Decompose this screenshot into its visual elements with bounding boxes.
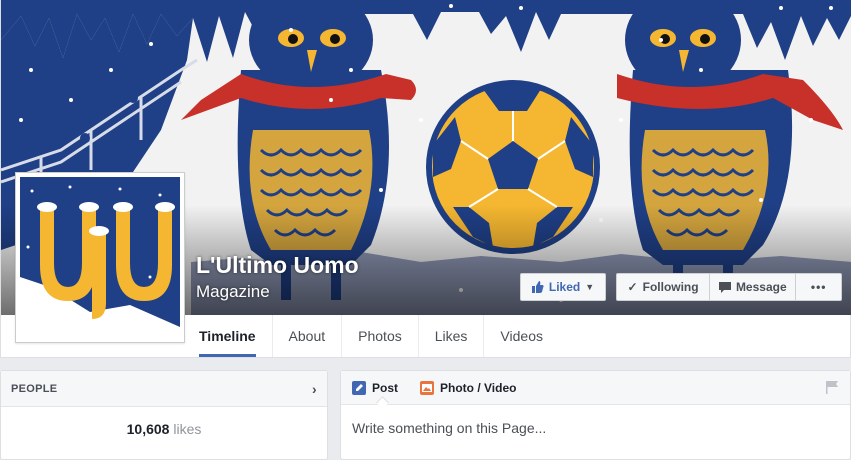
- following-button[interactable]: ✓ Following: [617, 274, 711, 300]
- photo-video-label: Photo / Video: [440, 380, 517, 395]
- page-header: L'Ultimo Uomo Magazine Liked ▼ ✓ Followi…: [0, 0, 851, 358]
- page-actions: ✓ Following Message •••: [616, 273, 842, 301]
- likes-label: likes: [173, 421, 202, 437]
- flag-icon[interactable]: [826, 381, 838, 394]
- tab-photos[interactable]: Photos: [342, 315, 419, 357]
- tab-videos[interactable]: Videos: [484, 315, 559, 357]
- composer-tabs: Post Photo / Video: [341, 371, 850, 405]
- profile-picture[interactable]: [15, 172, 185, 343]
- page-tabs: Timeline About Photos Likes Videos: [183, 315, 559, 357]
- liked-button[interactable]: Liked ▼: [520, 273, 606, 301]
- post-tab-label: Post: [372, 380, 399, 395]
- photo-video-tab[interactable]: Photo / Video: [420, 380, 517, 395]
- liked-label: Liked: [548, 280, 581, 294]
- message-button[interactable]: Message: [710, 274, 797, 300]
- chevron-down-icon: ▼: [585, 282, 595, 292]
- logo: [20, 177, 180, 338]
- photo-icon: [420, 380, 435, 395]
- likes-count[interactable]: 10,608: [127, 421, 170, 437]
- tab-about[interactable]: About: [273, 315, 343, 357]
- post-composer: Post Photo / Video Write something on th…: [340, 370, 851, 460]
- following-label: Following: [642, 280, 699, 294]
- likes-summary: 10,608 likes: [1, 421, 327, 437]
- composer-input[interactable]: Write something on this Page...: [341, 405, 850, 451]
- pencil-icon: [352, 380, 366, 395]
- chevron-right-icon[interactable]: ›: [312, 381, 317, 397]
- tab-timeline[interactable]: Timeline: [183, 315, 273, 357]
- page-name[interactable]: L'Ultimo Uomo: [196, 252, 359, 279]
- people-card: PEOPLE › 10,608 likes: [0, 370, 328, 460]
- people-heading: PEOPLE: [11, 382, 58, 395]
- tab-likes[interactable]: Likes: [419, 315, 485, 357]
- post-tab[interactable]: Post: [352, 380, 399, 395]
- page-category[interactable]: Magazine: [196, 282, 270, 302]
- speech-bubble-icon: [718, 281, 731, 293]
- people-header[interactable]: PEOPLE ›: [1, 371, 327, 407]
- thumbs-up-icon: [531, 281, 544, 293]
- message-label: Message: [735, 280, 787, 294]
- checkmark-icon: ✓: [627, 280, 638, 294]
- more-button[interactable]: •••: [796, 274, 841, 300]
